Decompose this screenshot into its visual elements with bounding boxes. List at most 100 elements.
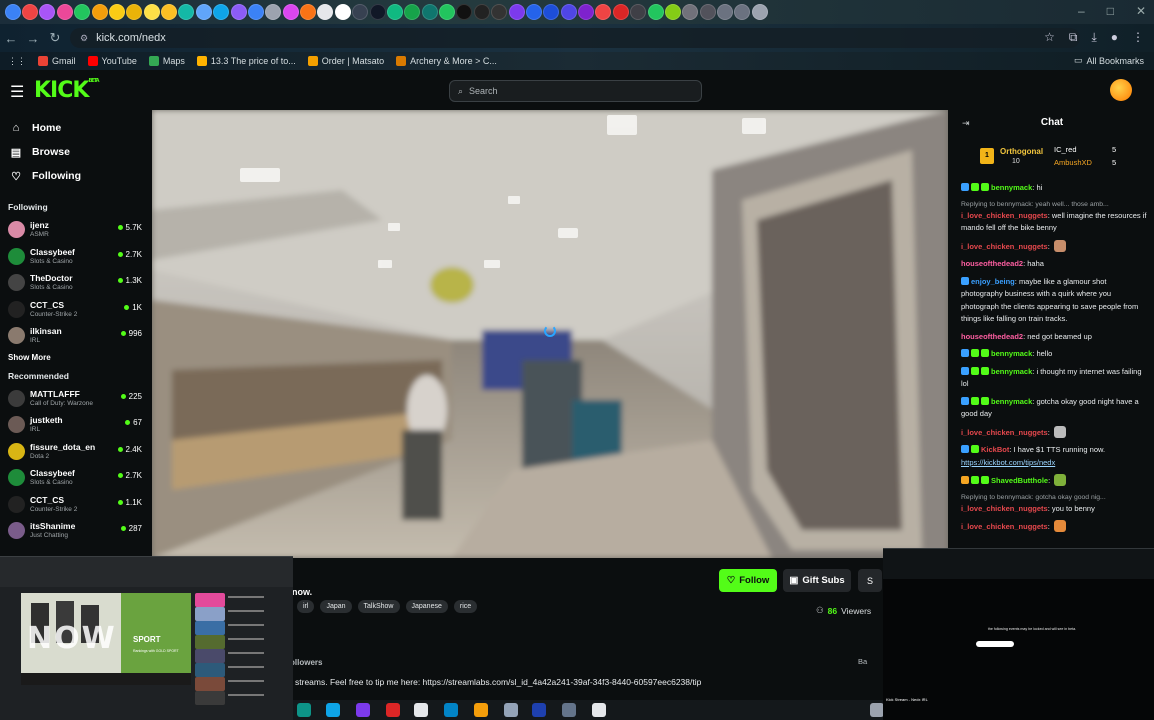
tab-favicon-icon[interactable] xyxy=(56,4,73,20)
tab-favicon-icon[interactable] xyxy=(456,4,473,20)
taskbar-app-icon[interactable] xyxy=(562,703,576,717)
tab-favicon-icon[interactable] xyxy=(282,4,299,20)
sidebar-channel[interactable]: ilkinsan IRL 996 xyxy=(0,322,150,349)
sidebar-channel[interactable]: justketh IRL 67 xyxy=(0,411,150,438)
taskbar-app-icon[interactable] xyxy=(297,703,311,717)
nav-browse[interactable]: ▤ Browse xyxy=(0,140,150,164)
tab-favicon-icon[interactable] xyxy=(647,4,664,20)
tab-favicon-icon[interactable] xyxy=(595,4,612,20)
tab-favicon-icon[interactable] xyxy=(178,4,195,20)
bookmark-order[interactable]: Order | Matsato xyxy=(307,56,384,66)
video-player[interactable] xyxy=(152,110,948,558)
chat-username[interactable]: bennymack xyxy=(991,397,1032,406)
share-button[interactable]: S xyxy=(858,569,882,592)
tab-favicon-icon[interactable] xyxy=(404,4,421,20)
menu-dots-icon[interactable]: ⋮ xyxy=(1132,30,1144,45)
tab-favicon-icon[interactable] xyxy=(717,4,734,20)
stream-tag[interactable]: Japanese xyxy=(405,600,448,613)
bookmark-star-icon[interactable]: ☆ xyxy=(1044,30,1055,45)
tab-favicon-icon[interactable] xyxy=(612,4,629,20)
taskbar-app-icon[interactable] xyxy=(444,703,458,717)
tab-favicon-icon[interactable] xyxy=(421,4,438,20)
profile-icon[interactable]: ● xyxy=(1111,30,1118,45)
sidebar-channel[interactable]: itsShanime Just Chatting 287 xyxy=(0,517,150,544)
taskbar-app-icon[interactable] xyxy=(532,703,546,717)
tab-favicon-icon[interactable] xyxy=(195,4,212,20)
chat-username[interactable]: houseofthedead2 xyxy=(961,259,1023,268)
tab-favicon-icon[interactable] xyxy=(39,4,56,20)
tab-favicon-icon[interactable] xyxy=(126,4,143,20)
sidebar-channel[interactable]: Classybeef Slots & Casino 2.7K xyxy=(0,464,150,491)
tab-favicon-icon[interactable] xyxy=(161,4,178,20)
gift-subs-button[interactable]: ▣ Gift Subs xyxy=(783,569,851,592)
bookmark-gmail[interactable]: Gmail xyxy=(38,56,76,66)
tab-favicon-icon[interactable] xyxy=(699,4,716,20)
chat-username[interactable]: KickBot xyxy=(981,445,1009,454)
tab-favicon-icon[interactable] xyxy=(439,4,456,20)
chat-username[interactable]: bennymack xyxy=(991,349,1032,358)
follow-button[interactable]: ♡ Follow xyxy=(719,569,777,592)
taskbar-app-icon[interactable] xyxy=(386,703,400,717)
bookmark-archery[interactable]: Archery & More > C... xyxy=(396,56,497,66)
tab-favicon-icon[interactable] xyxy=(578,4,595,20)
tab-favicon-icon[interactable] xyxy=(247,4,264,20)
tab-favicon-icon[interactable] xyxy=(22,4,39,20)
close-window-icon[interactable]: ✕ xyxy=(1136,4,1146,18)
tab-favicon-icon[interactable] xyxy=(213,4,230,20)
reload-icon[interactable]: ↻ xyxy=(44,30,66,46)
tab-favicon-icon[interactable] xyxy=(91,4,108,20)
tab-favicon-icon[interactable] xyxy=(630,4,647,20)
tab-favicon-icon[interactable] xyxy=(560,4,577,20)
chat-username[interactable]: houseofthedead2 xyxy=(961,332,1023,341)
user-avatar[interactable] xyxy=(1110,79,1132,101)
chat-username[interactable]: i_love_chicken_nuggets xyxy=(961,211,1048,220)
window-preview-left[interactable]: NOW SPORT Rankings with GOLD SPORT xyxy=(0,556,293,720)
tab-favicon-icon[interactable] xyxy=(682,4,699,20)
sidebar-channel[interactable]: ijenz ASMR 5.7K xyxy=(0,216,150,243)
stream-tag[interactable]: irl xyxy=(297,600,315,613)
taskbar-app-icon[interactable] xyxy=(474,703,488,717)
stream-tag[interactable]: TalkShow xyxy=(357,600,400,613)
chat-username[interactable]: bennymack xyxy=(991,183,1032,192)
downloads-icon[interactable]: ⤓ xyxy=(1091,30,1096,45)
tab-favicon-icon[interactable] xyxy=(369,4,386,20)
sidebar-channel[interactable]: CCT_CS Counter-Strike 2 1.1K xyxy=(0,491,150,518)
tab-favicon-icon[interactable] xyxy=(491,4,508,20)
sidebar-channel[interactable]: TheDoctor Slots & Casino 1.3K xyxy=(0,269,150,296)
taskbar-app-icon[interactable] xyxy=(326,703,340,717)
sidebar-channel[interactable]: CCT_CS Counter-Strike 2 1K xyxy=(0,296,150,323)
tab-favicon-icon[interactable] xyxy=(386,4,403,20)
minimize-icon[interactable]: – xyxy=(1078,4,1085,18)
show-more-link[interactable]: Show More xyxy=(0,349,150,367)
extensions-icon[interactable]: ⧉ xyxy=(1069,30,1078,45)
chat-username[interactable]: i_love_chicken_nuggets xyxy=(961,428,1048,437)
taskbar-app-icon[interactable] xyxy=(414,703,428,717)
tab-favicon-icon[interactable] xyxy=(4,4,21,20)
hamburger-menu-icon[interactable]: ☰ xyxy=(10,82,24,102)
stream-tag[interactable]: Japan xyxy=(320,600,352,613)
tab-favicon-icon[interactable] xyxy=(230,4,247,20)
tab-favicon-icon[interactable] xyxy=(143,4,160,20)
sidebar-channel[interactable]: Classybeef Slots & Casino 2.7K xyxy=(0,243,150,270)
tab-favicon-icon[interactable] xyxy=(265,4,282,20)
chat-username[interactable]: ShavedButthole xyxy=(991,476,1048,485)
chat-username[interactable]: bennymack xyxy=(991,367,1032,376)
sidebar-channel[interactable]: MATTLAFFF Call of Duty: Warzone 225 xyxy=(0,385,150,412)
tab-favicon-icon[interactable] xyxy=(751,4,768,20)
tab-favicon-icon[interactable] xyxy=(317,4,334,20)
maximize-icon[interactable]: □ xyxy=(1107,4,1114,18)
tab-favicon-icon[interactable] xyxy=(543,4,560,20)
stream-tag[interactable]: rice xyxy=(453,600,478,613)
tab-favicon-icon[interactable] xyxy=(525,4,542,20)
site-info-icon[interactable]: ⚙ xyxy=(80,33,88,44)
back-icon[interactable]: ← xyxy=(0,31,22,46)
tab-favicon-icon[interactable] xyxy=(352,4,369,20)
chat-username[interactable]: i_love_chicken_nuggets xyxy=(961,522,1048,531)
bookmark-maps[interactable]: Maps xyxy=(148,56,185,66)
all-bookmarks-button[interactable]: ▭ All Bookmarks xyxy=(1074,55,1144,66)
tab-favicon-icon[interactable] xyxy=(508,4,525,20)
search-input[interactable]: ⌕ Search xyxy=(449,80,702,102)
bookmark-youtube[interactable]: YouTube xyxy=(87,56,137,66)
taskbar-app-icon[interactable] xyxy=(592,703,606,717)
kick-logo[interactable]: KICKBETA xyxy=(34,78,100,103)
